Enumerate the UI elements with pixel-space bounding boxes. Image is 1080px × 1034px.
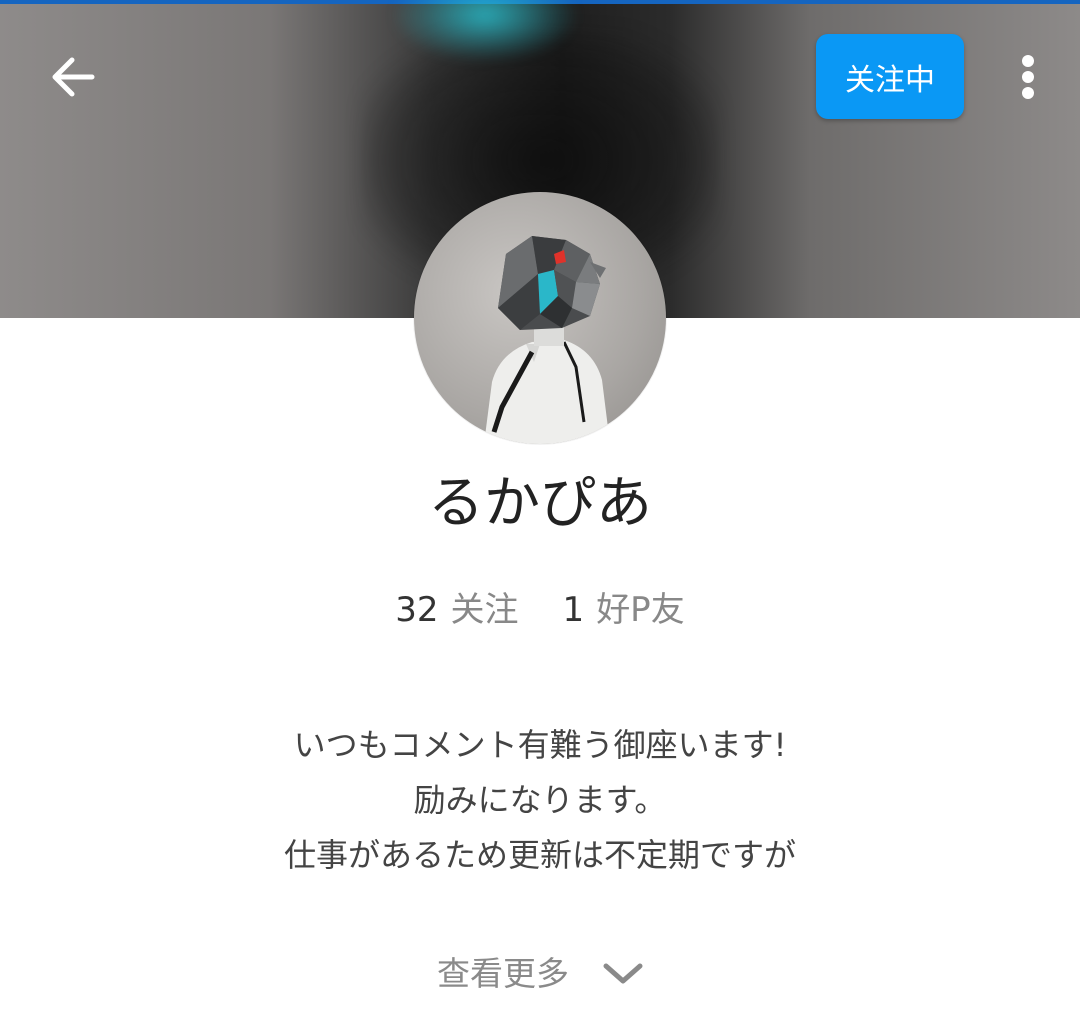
- chevron-down-icon: [603, 962, 643, 986]
- profile-bio: いつもコメント有難う御座います! 励みになります。 仕事があるため更新は不定期で…: [0, 718, 1080, 883]
- following-count-link[interactable]: 32 关注: [395, 582, 518, 638]
- user-profile-page: 关注中 るかぴあ 32 关注 1 好P友 いつもコメント有難う御座います! 励み…: [0, 0, 1080, 1034]
- following-label: 关注: [450, 590, 519, 630]
- see-more-button[interactable]: 查看更多: [0, 946, 1080, 1002]
- profile-stats: 32 关注 1 好P友: [0, 582, 1080, 638]
- following-button[interactable]: 关注中: [816, 34, 964, 119]
- more-vertical-icon: [1022, 55, 1034, 99]
- mypixiv-count: 1: [562, 590, 585, 630]
- avatar[interactable]: [414, 192, 666, 444]
- following-button-label: 关注中: [845, 62, 935, 98]
- bio-line: 仕事があるため更新は不定期ですが: [283, 836, 796, 874]
- bio-line: いつもコメント有難う御座います!: [293, 726, 787, 764]
- see-more-label: 查看更多: [437, 954, 569, 993]
- arrow-left-icon: [52, 57, 95, 97]
- username: るかぴあ: [428, 471, 652, 536]
- avatar-illustration: [484, 236, 610, 444]
- mypixiv-count-link[interactable]: 1 好P友: [563, 582, 685, 638]
- back-button[interactable]: [40, 44, 106, 110]
- following-count: 32: [395, 590, 439, 630]
- more-options-button[interactable]: [1005, 44, 1051, 110]
- mypixiv-label: 好P友: [596, 590, 685, 630]
- bio-line: 励みになります。: [413, 781, 667, 819]
